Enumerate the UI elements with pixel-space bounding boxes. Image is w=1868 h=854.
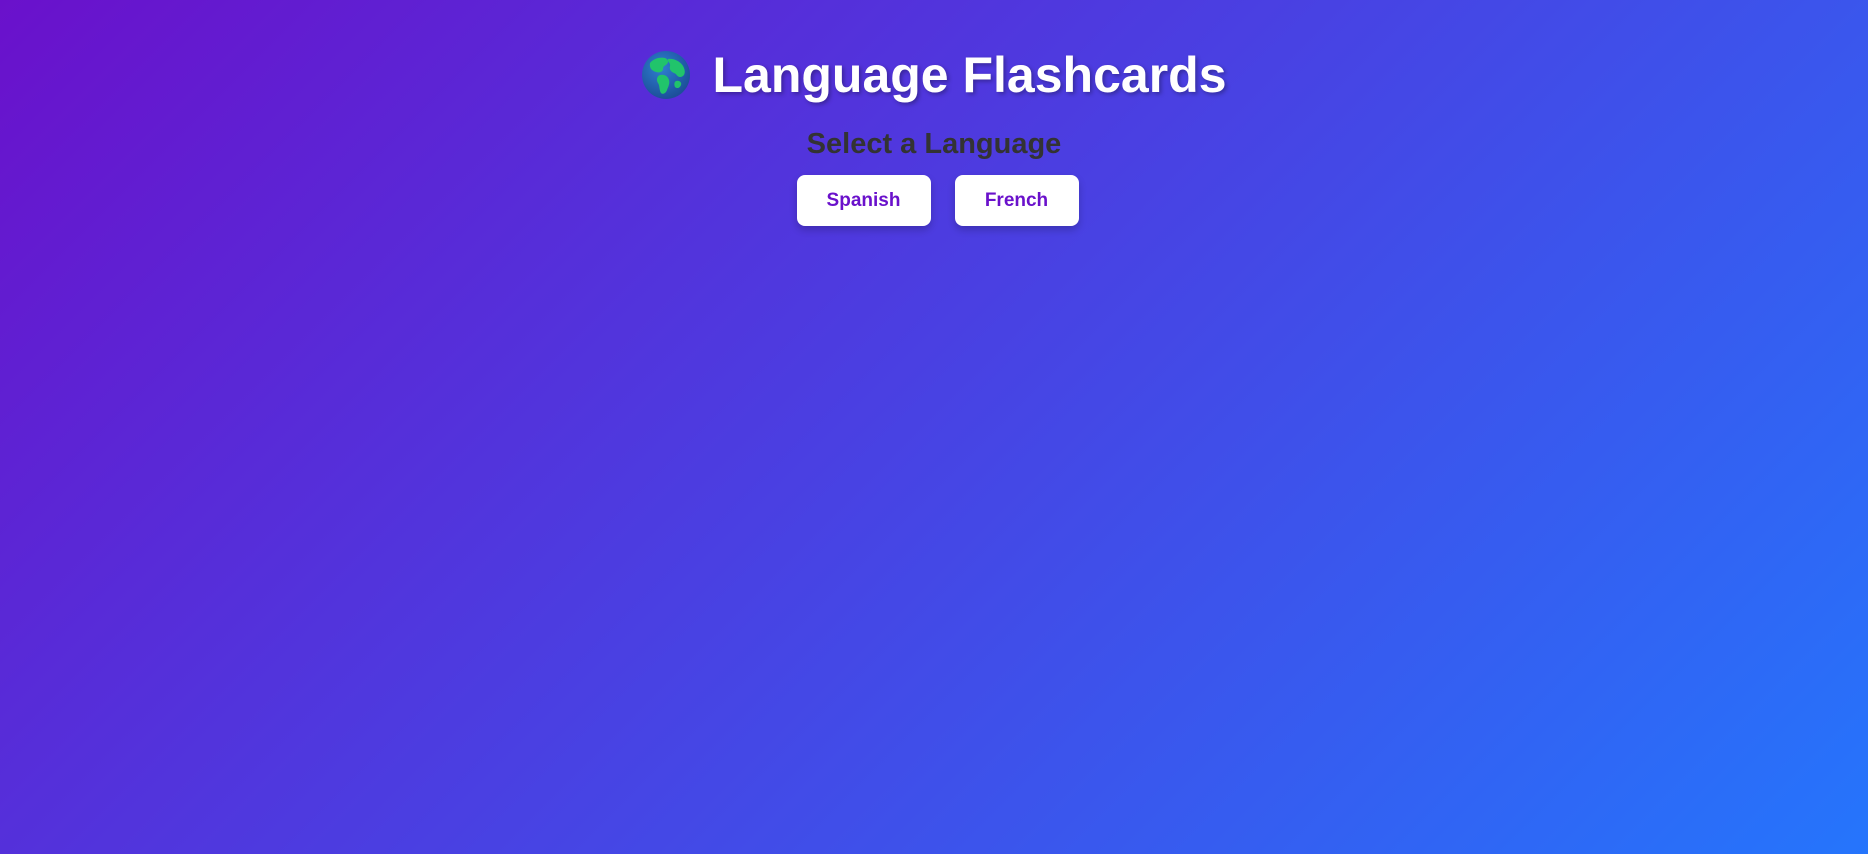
- page-header: Language Flashcards: [0, 46, 1868, 104]
- spanish-button[interactable]: Spanish: [796, 175, 931, 226]
- french-button[interactable]: French: [954, 175, 1079, 226]
- page-title: Language Flashcards: [712, 47, 1227, 103]
- globe-icon: [641, 50, 691, 100]
- language-button-group: Spanish French: [0, 175, 1868, 226]
- language-select-heading: Select a Language: [806, 128, 1062, 160]
